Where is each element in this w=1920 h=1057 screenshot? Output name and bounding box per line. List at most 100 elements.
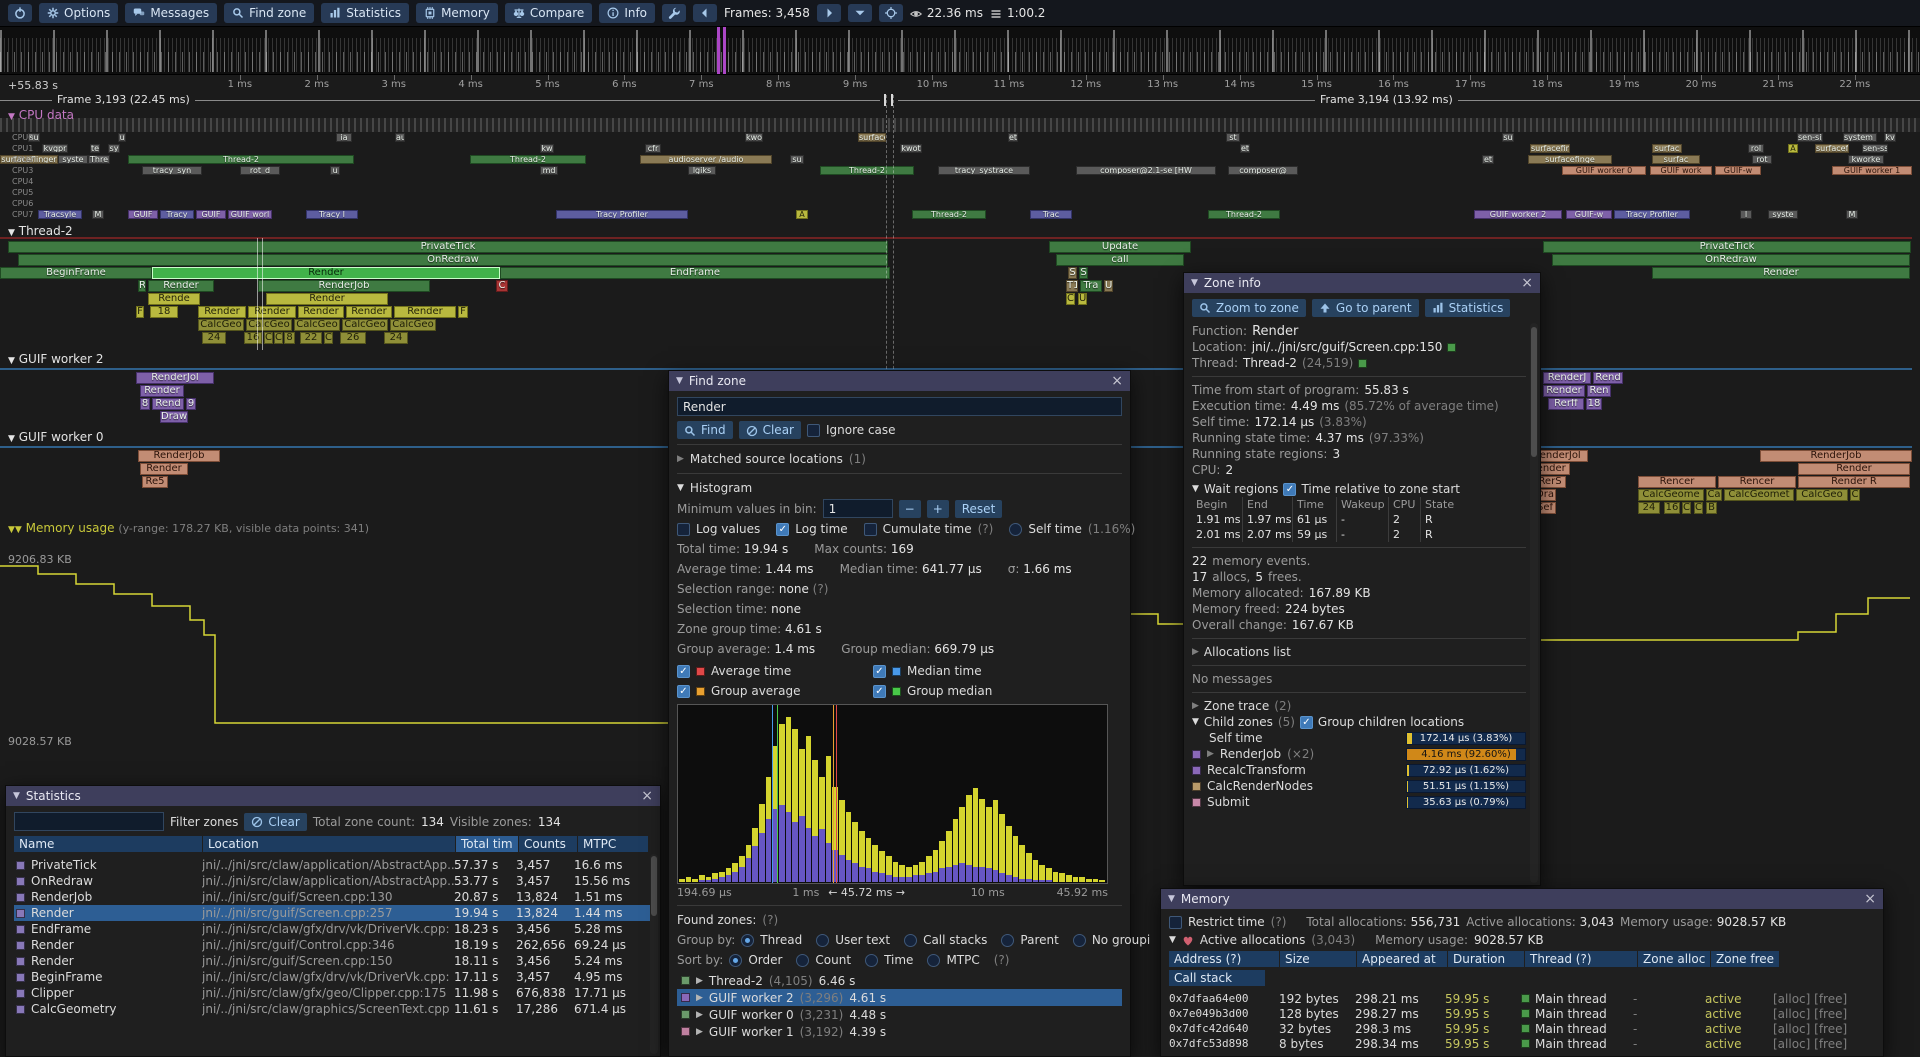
timeline-zone[interactable]: Tracy Profiler (1614, 210, 1690, 219)
timeline-zone[interactable]: Thread-2 (912, 210, 986, 219)
timeline-zone[interactable]: su (790, 155, 804, 164)
user-text-radio[interactable] (816, 934, 829, 947)
toolbar-button-messages[interactable]: Messages (125, 3, 217, 23)
timeline-zone[interactable]: 26 (340, 332, 366, 344)
timeline-zone[interactable]: 22 (300, 332, 322, 344)
alloc-call-stack[interactable]: [alloc] [free] (1773, 1007, 1869, 1021)
prev-frame-button[interactable] (693, 4, 717, 22)
child-zones-row[interactable]: ▼ Child zones (5) ✓ Group children locat… (1192, 714, 1526, 730)
timeline-zone[interactable]: su (1502, 133, 1514, 142)
timeline-zone[interactable]: Render R (1798, 476, 1910, 488)
zone-info-scrollbar[interactable] (1530, 323, 1538, 883)
timeline-zone[interactable]: 18 (1586, 398, 1602, 410)
timeline-zone[interactable]: Rerff (1548, 398, 1584, 410)
timeline-zone[interactable]: Update (1049, 241, 1191, 253)
cumulate-time-checkbox[interactable] (864, 523, 877, 536)
alloc-appeared[interactable]: 298.21 ms (1355, 992, 1445, 1006)
frame-label-right[interactable]: Frame 3,194 (13.92 ms) (1315, 93, 1458, 106)
timeline-zone[interactable]: Rend (1593, 372, 1623, 384)
alloc-appeared[interactable]: 298.27 ms (1355, 1007, 1445, 1021)
memory-allocation-row[interactable]: 0x7e049b3d00128 bytes298.27 ms59.95 sMai… (1169, 1006, 1875, 1021)
timeline-zone[interactable]: Rend (152, 398, 184, 410)
tools-button[interactable] (662, 4, 686, 22)
allocations-list-row[interactable]: ▶ Allocations list (1192, 644, 1526, 660)
active-allocations-row[interactable]: ▼ Active allocations (3,043) Memory usag… (1169, 933, 1875, 947)
find-button[interactable]: Find (677, 421, 733, 439)
timeline-zone[interactable]: CalcGeo (390, 319, 436, 331)
timeline-zone[interactable]: 24 (202, 332, 226, 344)
timeline-zone[interactable]: 8 (284, 332, 295, 344)
thread-icon[interactable] (1358, 359, 1367, 368)
alloc-address[interactable]: 0x7dfc42d640 (1169, 1022, 1279, 1035)
timeline-zone[interactable]: et (1008, 133, 1018, 142)
collapse-icon[interactable]: ▼ (13, 791, 20, 801)
statistics-row[interactable]: Renderjni/../jni/src/guif/Screen.cpp:150… (14, 953, 652, 969)
timeline-zone[interactable]: rot (1752, 155, 1772, 164)
collapse-icon[interactable]: ▼ (1168, 894, 1175, 904)
timeline-zone[interactable]: kworke (1848, 155, 1884, 164)
source-location-icon[interactable] (1447, 343, 1456, 352)
min-bin-increase-button[interactable]: + (927, 500, 949, 518)
found-zone-group[interactable]: ▶Thread-2(4,105)6.46 s (677, 972, 1122, 989)
frame-overview-graph[interactable] (0, 27, 1920, 75)
timeline-zone[interactable]: Rende (148, 293, 200, 305)
timeline-zone[interactable]: tracy_syn (142, 166, 202, 175)
toolbar-button-info[interactable]: Info (599, 3, 655, 23)
timeline-zone[interactable]: Trac (1030, 210, 1072, 219)
cpu-data-section-header[interactable]: ▼ CPU data (8, 108, 74, 122)
log-time-checkbox[interactable]: ✓ (776, 523, 789, 536)
memory-column-header[interactable]: Call stack (1169, 970, 1265, 986)
legend-checkbox[interactable]: ✓ (873, 685, 886, 698)
close-icon[interactable]: × (1111, 374, 1123, 388)
timeline-zone[interactable]: U (1078, 293, 1087, 305)
timeline-zone[interactable]: I (1740, 210, 1752, 219)
timeline-zone[interactable]: S (1068, 267, 1077, 279)
toolbar-button-find-zone[interactable]: Find zone (224, 3, 314, 23)
statistics-titlebar[interactable]: ▼ Statistics × (6, 786, 660, 806)
timeline-zone[interactable]: Render (248, 306, 296, 318)
timeline-zone[interactable]: F (136, 306, 144, 318)
timeline-zone[interactable]: Ren (1587, 385, 1611, 397)
toolbar-button-options[interactable]: Options (39, 3, 118, 23)
found-zone-group[interactable]: ▶GUIF worker 0(3,231)4.48 s (677, 1006, 1122, 1023)
timeline-zone[interactable]: RenderJob (138, 450, 220, 462)
timeline-zone[interactable]: composer@2.1-se [HW (1076, 166, 1216, 175)
statistics-scrollbar[interactable] (650, 854, 658, 1054)
timeline-zone[interactable]: Thread-2 (820, 166, 914, 175)
toolbar-button-statistics[interactable]: Statistics (321, 3, 409, 23)
call-stacks-radio[interactable] (904, 934, 917, 947)
close-icon[interactable]: × (1521, 276, 1533, 290)
timeline-zone[interactable]: kvgpr (42, 144, 68, 153)
timeline-zone[interactable]: C (1850, 489, 1860, 501)
memory-allocation-row[interactable]: 0x7dfc53d8988 bytes298.34 ms59.95 sMain … (1169, 1036, 1875, 1051)
timeline-zone[interactable]: surfacet (858, 133, 886, 142)
memory-column-header[interactable]: Thread (?) (1525, 951, 1637, 967)
child-zone-row[interactable]: Self time172.14 μs (3.83%) (1192, 730, 1526, 746)
timeline-zone[interactable]: C (274, 332, 283, 344)
close-icon[interactable]: × (641, 789, 653, 803)
order-radio[interactable] (729, 954, 742, 967)
timeline-zone[interactable]: CalcGeo (198, 319, 244, 331)
timeline-zone[interactable]: GUIF-w (1715, 166, 1761, 175)
timeline-zone[interactable]: S (1079, 267, 1088, 279)
min-bin-decrease-button[interactable]: − (899, 500, 921, 518)
timeline-zone[interactable]: Tracy (160, 210, 194, 219)
timeline-zone[interactable]: Render (1652, 267, 1910, 279)
crosshair-button[interactable] (879, 4, 903, 22)
timeline-zone[interactable]: Render (140, 463, 188, 475)
count-radio[interactable] (796, 954, 809, 967)
alloc-appeared[interactable]: 298.3 ms (1355, 1022, 1445, 1036)
timeline-zone[interactable]: BeginFrame (0, 267, 152, 279)
thread-section-header[interactable]: ▼ GUIF worker 2 (8, 352, 103, 366)
alloc-address[interactable]: 0x7dfc53d898 (1169, 1037, 1279, 1050)
alloc-call-stack[interactable]: [alloc] [free] (1773, 1022, 1869, 1036)
reset-button[interactable]: Reset (955, 500, 1003, 518)
time-relative-checkbox[interactable]: ✓ (1283, 483, 1296, 496)
thread-radio[interactable] (741, 934, 754, 947)
collapse-icon[interactable]: ▼ (1191, 278, 1198, 288)
memory-usage-section-header[interactable]: ▼▼ Memory usage (y-range: 178.27 KB, vis… (8, 521, 369, 535)
frames-row[interactable]: Frame 3,193 (22.45 ms) Frame 3,194 (13.9… (0, 93, 1920, 108)
timeline-zone[interactable]: tracy_systrace (938, 166, 1030, 175)
timeline-zone[interactable]: Tracsyle (38, 210, 82, 219)
timeline-zone[interactable]: et (1482, 155, 1494, 164)
